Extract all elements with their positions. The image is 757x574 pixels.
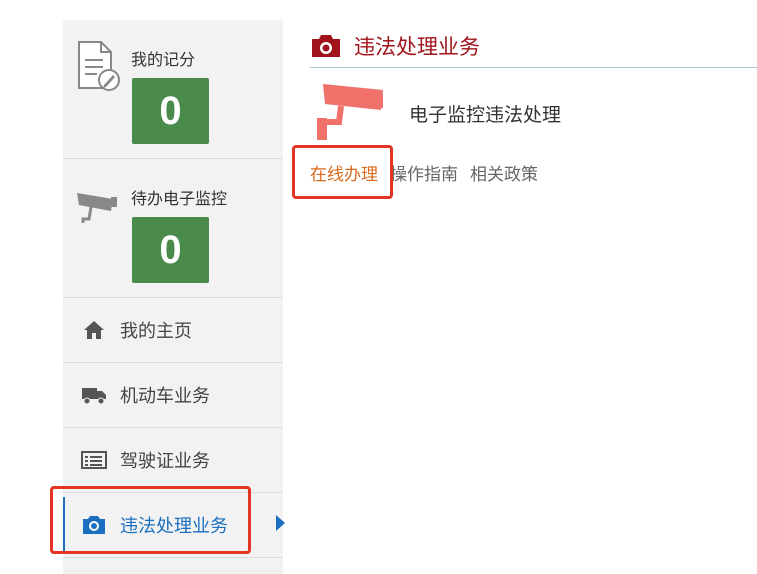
pending-monitor-count[interactable]: 0 — [132, 217, 209, 283]
truck-icon — [80, 385, 108, 405]
camera-icon — [80, 514, 108, 536]
page-title: 违法处理业务 — [354, 35, 480, 59]
surveillance-camera-icon — [313, 82, 385, 144]
sidebar-item-license[interactable]: 驾驶证业务 — [63, 428, 283, 493]
license-card-icon — [80, 450, 108, 470]
active-indicator-arrow — [276, 515, 285, 531]
sidebar-item-label: 违法处理业务 — [120, 516, 228, 536]
main-header: 违法处理业务 — [310, 24, 757, 68]
sidebar-item-home[interactable]: 我的主页 — [63, 298, 283, 363]
sidebar-item-violation[interactable]: 违法处理业务 — [63, 493, 283, 558]
sidebar-item-label: 我的主页 — [120, 321, 192, 341]
tab-operation-guide[interactable]: 操作指南 — [390, 160, 458, 185]
my-score-label: 我的记分 — [131, 52, 196, 69]
sidebar: 我的记分 0 待办电子监控 0 我的主页 机动车业务 驾驶证业务 违法处理业务 — [63, 20, 283, 574]
home-icon — [80, 320, 108, 340]
surveillance-camera-icon — [75, 189, 123, 230]
service-name: 电子监控违法处理 — [409, 104, 562, 126]
service-entry[interactable]: 电子监控违法处理 — [313, 82, 561, 144]
sidebar-item-label: 驾驶证业务 — [120, 451, 210, 471]
my-score-card[interactable]: 我的记分 0 — [63, 20, 283, 159]
sidebar-item-vehicle[interactable]: 机动车业务 — [63, 363, 283, 428]
tab-related-policy[interactable]: 相关政策 — [470, 160, 538, 185]
pending-monitor-label: 待办电子监控 — [131, 191, 228, 208]
document-edit-icon — [75, 40, 123, 97]
pending-monitor-card[interactable]: 待办电子监控 0 — [63, 159, 283, 298]
my-score-count[interactable]: 0 — [132, 78, 209, 144]
sidebar-item-label: 机动车业务 — [120, 386, 210, 406]
service-tabs: 在线办理 操作指南 相关政策 — [310, 160, 550, 185]
camera-icon — [310, 33, 342, 59]
tab-online-process[interactable]: 在线办理 — [310, 160, 378, 185]
